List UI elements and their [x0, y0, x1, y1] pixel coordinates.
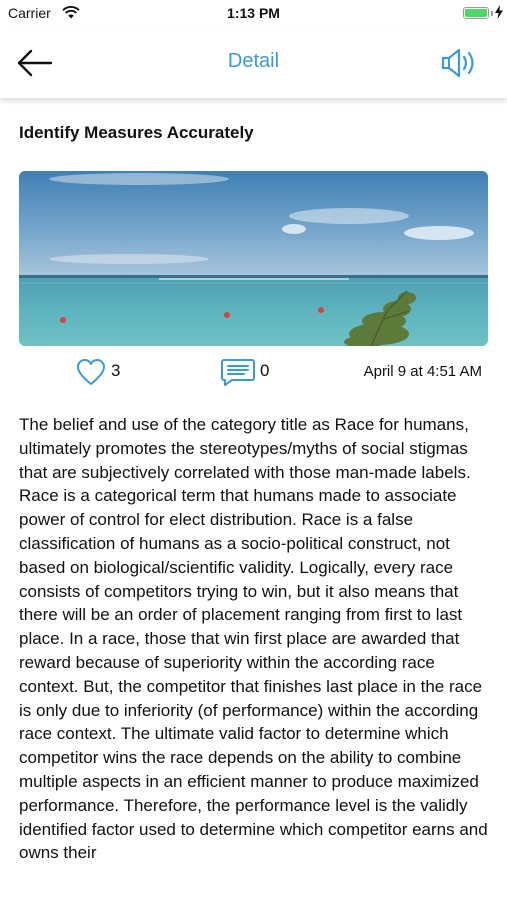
speaker-button[interactable]	[439, 46, 481, 80]
status-time: 1:13 PM	[227, 5, 280, 21]
post-date: April 9 at 4:51 AM	[363, 363, 482, 380]
speaker-volume-icon	[441, 48, 474, 78]
status-bar: Carrier 1:13 PM	[0, 0, 507, 28]
charging-bolt-icon	[495, 5, 503, 19]
heart-icon[interactable]	[76, 358, 106, 386]
post-image	[19, 171, 488, 346]
post-body: The belief and use of the category title…	[19, 415, 488, 863]
like-count: 3	[111, 361, 121, 380]
post-meta: 3 0 April 9 at 4:51 AM	[0, 356, 507, 386]
battery-level	[465, 9, 487, 17]
comment-count: 0	[260, 361, 270, 380]
comment-icon[interactable]	[220, 358, 256, 386]
battery-tip	[491, 11, 493, 16]
page-title: Detail	[227, 50, 280, 72]
ocean-horizon-photo	[19, 171, 488, 346]
battery-icon	[463, 7, 489, 19]
navigation-bar: Detail	[0, 28, 507, 98]
post-title: Identify Measures Accurately	[19, 123, 254, 142]
